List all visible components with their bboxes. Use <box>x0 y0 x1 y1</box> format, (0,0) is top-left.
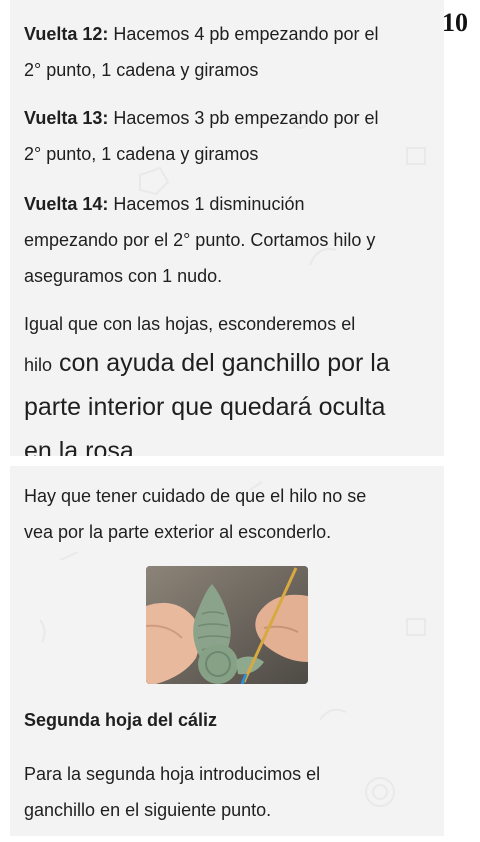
text-clip-divider <box>10 456 444 466</box>
hide-thread-line1: Igual que con las hojas, esconderemos el <box>24 314 356 334</box>
round-14-line3: aseguramos con 1 nudo. <box>24 266 223 286</box>
round-14-line2: empezando por el 2° punto. Cortamos hilo… <box>24 230 376 250</box>
round-12-label: Vuelta 12: <box>24 24 109 44</box>
round-14-text: Vuelta 14: Hacemos 1 disminución empezan… <box>24 186 444 294</box>
round-13-line2: 2° punto, 1 cadena y giramos <box>24 144 259 164</box>
section-line1: Para la segunda hoja introducimos el <box>24 764 321 784</box>
care-note: Hay que tener cuidado de que el hilo no … <box>24 478 444 550</box>
round-12-line1: Hacemos 4 pb empezando por el <box>108 24 379 44</box>
round-12-text: Vuelta 12: Hacemos 4 pb empezando por el… <box>24 16 444 88</box>
section-text: Para la segunda hoja introducimos el gan… <box>24 756 444 828</box>
hide-thread-line3: parte interior que quedará oculta <box>24 393 386 421</box>
round-13-label: Vuelta 13: <box>24 108 109 128</box>
hide-thread-line2-small: hilo <box>24 355 53 375</box>
crochet-photo-illustration <box>146 566 308 684</box>
crochet-leaf-photo <box>146 566 308 684</box>
care-note-line2: vea por la parte exterior al esconderlo. <box>24 522 332 542</box>
section-heading: Segunda hoja del cáliz <box>24 710 218 730</box>
round-13-text: Vuelta 13: Hacemos 3 pb empezando por el… <box>24 100 444 172</box>
care-note-line1: Hay que tener cuidado de que el hilo no … <box>24 486 367 506</box>
round-13-line1: Hacemos 3 pb empezando por el <box>108 108 379 128</box>
hide-thread-line2-large: con ayuda del ganchillo por la <box>52 349 390 377</box>
page-number: 10 <box>442 8 468 37</box>
hide-thread-line2: hilo con ayuda del ganchillo por la <box>24 348 444 380</box>
round-14-line1: Hacemos 1 disminución <box>108 194 305 214</box>
round-12-line2: 2° punto, 1 cadena y giramos <box>24 60 259 80</box>
round-14-label: Vuelta 14: <box>24 194 109 214</box>
section-line2: ganchillo en el siguiente punto. <box>24 800 272 820</box>
